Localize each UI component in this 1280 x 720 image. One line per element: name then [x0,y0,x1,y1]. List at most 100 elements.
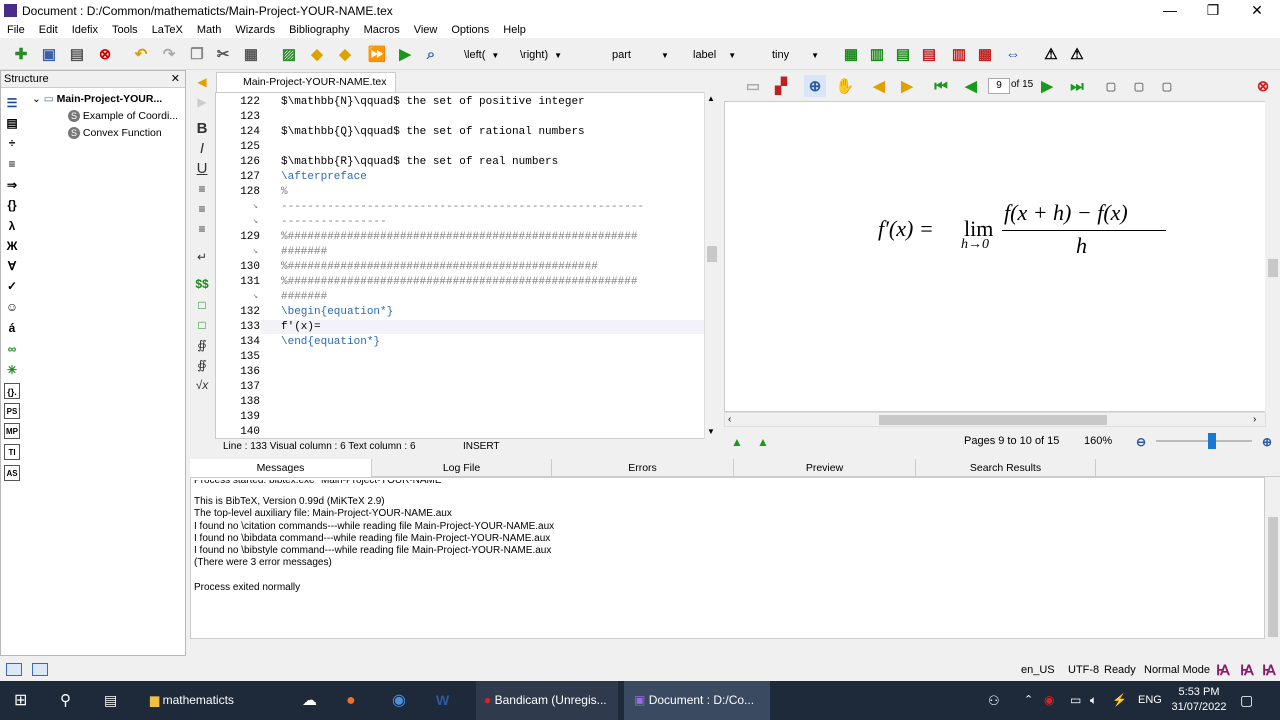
bookmark-next-icon[interactable]: ⚠ [1066,43,1088,65]
label-select[interactable]: label ▼ [693,46,743,64]
sync-icon[interactable]: ▲ [726,431,748,453]
pstricks-icon[interactable]: PS [4,403,20,419]
remove-table-icon[interactable]: ▦ [974,43,996,65]
scroll-thumb[interactable] [1268,517,1278,637]
code-line[interactable]: % [281,186,288,198]
tab-log-file[interactable]: Log File [372,459,552,477]
menu-latex[interactable]: LaTeX [145,22,190,38]
first-page-icon[interactable]: ⏮ [930,75,952,97]
menu-options[interactable]: Options [444,22,496,38]
menu-idefix[interactable]: Idefix [65,22,105,38]
fit-page-icon[interactable]: ▢ [1156,75,1178,97]
size-select[interactable]: tiny ▼ [772,46,827,64]
structure-view-icon[interactable]: ☰ [4,95,20,111]
menu-bibliography[interactable]: Bibliography [282,22,357,38]
menu-macros[interactable]: Macros [357,22,407,38]
encoding-label[interactable]: UTF-8 [1068,664,1099,676]
menu-wizards[interactable]: Wizards [228,22,282,38]
sync-back-icon[interactable]: ▲ [752,431,774,453]
previous-error-icon[interactable]: ◆ [306,43,328,65]
add-column-icon[interactable]: ▥ [866,43,888,65]
zoom-slider-thumb[interactable] [1208,433,1216,449]
scroll-thumb[interactable] [707,246,717,262]
zoom-level[interactable]: 160% [1084,435,1112,447]
pdf-viewer[interactable] [724,101,1266,412]
dfrac-icon[interactable]: ∯ [192,358,212,376]
cloud-app-icon[interactable]: ☁ [302,681,317,720]
messages-panel[interactable]: Process started: bibtex.exe "Main-Projec… [190,477,1265,639]
code-line[interactable]: %#######################################… [281,231,637,243]
tab-search-results[interactable]: Search Results [916,459,1096,477]
menu-file[interactable]: File [0,22,32,38]
code-line[interactable]: \begin{equation*} [281,306,393,318]
external-viewer-icon[interactable]: ▞ [770,75,792,97]
menu-tools[interactable]: Tools [105,22,145,38]
taskbar-bandicam[interactable]: ● Bandicam (Unregis... [476,681,618,720]
taskbar-document[interactable]: ▣ Document : D:/Co... [624,681,770,720]
bookmark-prev-icon[interactable]: ⚠ [1040,43,1062,65]
zoom-tool-icon[interactable]: ⊕ [804,75,826,97]
arrow-symbols-icon[interactable]: ⇒ [4,177,20,193]
redo-icon[interactable]: ↷ [158,43,180,65]
editor-scrollbar[interactable]: ▲ ▼ [704,92,718,439]
pdf-hscroll[interactable]: ‹ › [724,412,1266,427]
forward-icon[interactable]: ▶ [896,75,918,97]
code-line[interactable]: %#######################################… [281,276,637,288]
word-icon[interactable]: W [436,681,449,720]
cut-icon[interactable]: ✂ [212,43,234,65]
actual-size-icon[interactable]: ▢ [1100,75,1122,97]
close-button[interactable]: ✕ [1242,2,1272,19]
hand-tool-icon[interactable]: ✋ [834,75,856,97]
align-right-icon[interactable]: ≡ [192,222,212,240]
chevron-right-icon[interactable]: › [1253,414,1256,425]
inline-math-icon[interactable]: $$ [192,277,212,295]
tree-item[interactable]: S Convex Function [68,127,162,139]
infinity-symbols-icon[interactable]: ∞ [4,341,20,357]
delete-column-icon[interactable]: ▥ [948,43,970,65]
network-icon[interactable]: ⚡ [1112,681,1127,720]
newline-icon[interactable]: ↵ [192,250,212,268]
part-select[interactable]: part ▼ [612,46,674,64]
scroll-thumb[interactable] [1268,259,1278,277]
code-line[interactable]: $\mathbb{Q}\qquad$ the set of rational n… [281,126,585,138]
notifications-icon[interactable]: ▢ [1240,681,1253,720]
code-line[interactable]: f'(x)= [281,321,321,333]
left-delimiter-select[interactable]: \left(▼ [464,46,508,64]
close-icon[interactable]: ✕ [171,71,180,88]
firefox-icon[interactable]: ● [346,681,356,720]
braces-symbols-icon[interactable]: {}. [4,383,20,399]
back-icon[interactable]: ◀ [868,75,890,97]
metapost-icon[interactable]: MP [4,423,20,439]
tree-root[interactable]: ⌄ ▭ Main-Project-YOUR... [32,93,162,105]
view-pdf-icon[interactable]: ⌕ [420,43,442,65]
maximize-button[interactable]: ❐ [1198,2,1228,19]
underline-icon[interactable]: U [192,160,212,178]
next-page-icon[interactable]: ▶ [1036,75,1058,97]
smiley-icon[interactable]: ☺ [4,299,20,315]
delimiter-symbols-icon[interactable]: {} [4,197,20,213]
delete-row-icon[interactable]: ▤ [918,43,940,65]
task-view-icon[interactable]: ▤ [104,681,117,720]
relation-symbols-icon[interactable]: ▤ [4,115,20,131]
tab-errors[interactable]: Errors [552,459,734,477]
cyrillic-symbols-icon[interactable]: Ж [4,238,20,254]
next-doc-icon[interactable]: ▶ [192,95,212,113]
menu-math[interactable]: Math [190,22,228,38]
code-line[interactable]: ####### [281,246,327,258]
fraction-icon[interactable]: ∯ [192,338,212,356]
chevron-up-icon[interactable]: ▲ [707,94,715,103]
right-delimiter-select[interactable]: \right) ▼ [520,46,570,64]
chevron-up-icon[interactable]: ⌃ [1024,681,1033,720]
battery-icon[interactable]: ▭ [1070,681,1081,720]
pdf-page-icon[interactable]: ▭ [742,75,764,97]
align-table-icon[interactable]: ⇔ [1002,43,1024,65]
align-left-icon[interactable]: ≡ [192,182,212,200]
page-input[interactable]: 9 [988,78,1010,94]
code-line[interactable]: ---------------- [281,216,387,228]
input-language[interactable]: ENG [1138,681,1162,720]
save-icon[interactable]: ▤ [66,43,88,65]
chrome-icon[interactable]: ◉ [392,681,406,720]
bold-icon[interactable]: B [192,120,212,138]
toggle-structure-icon[interactable] [6,663,22,676]
zoom-in-icon[interactable]: ⊕ [1256,431,1278,453]
